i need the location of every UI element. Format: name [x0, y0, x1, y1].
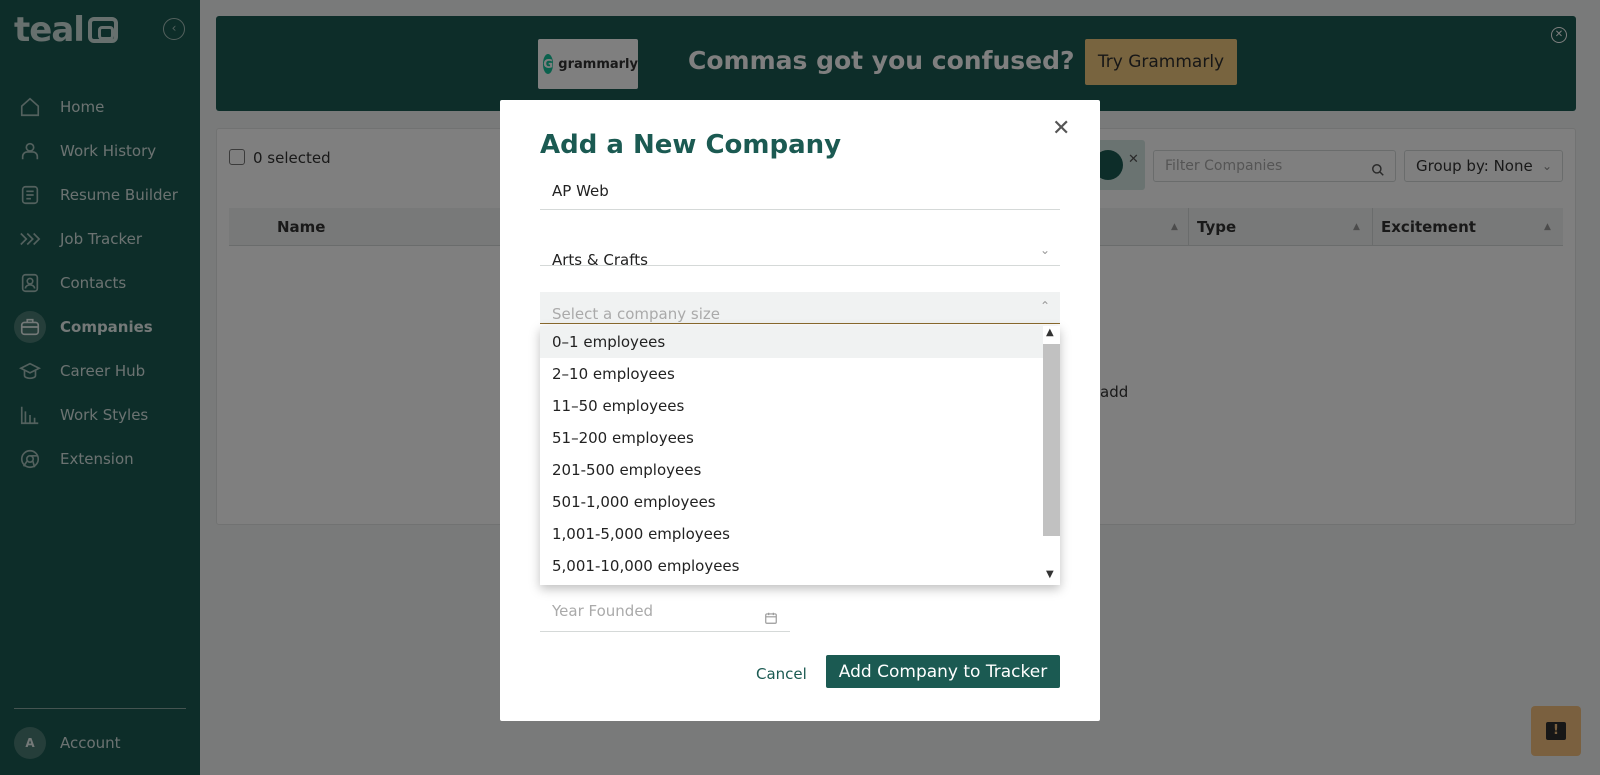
chevron-up-icon: ⌃ [1039, 299, 1050, 313]
company-name-field[interactable]: AP Web [540, 178, 1060, 210]
list-item[interactable]: 0–1 employees [540, 326, 1043, 358]
company-size-select[interactable]: Select a company size ⌃ [540, 292, 1060, 324]
list-item[interactable]: 5,001-10,000 employees [540, 550, 1043, 582]
industry-select[interactable]: Arts & Crafts ⌄ [540, 234, 1060, 266]
add-company-button[interactable]: Add Company to Tracker [826, 655, 1060, 688]
calendar-icon[interactable] [764, 601, 778, 639]
dropdown-scrollbar[interactable]: ▲ ▼ [1043, 326, 1060, 585]
modal-title: Add a New Company [540, 130, 842, 160]
list-item[interactable]: 501-1,000 employees [540, 486, 1043, 518]
chevron-down-icon: ⌄ [1039, 243, 1050, 257]
close-icon[interactable]: ✕ [1052, 116, 1070, 141]
list-item[interactable]: 1,001-5,000 employees [540, 518, 1043, 550]
list-item[interactable]: 2–10 employees [540, 358, 1043, 390]
cancel-button[interactable]: Cancel [756, 665, 807, 683]
scroll-up-icon[interactable]: ▲ [1046, 327, 1054, 338]
list-item[interactable]: 51–200 employees [540, 422, 1043, 454]
year-founded-field[interactable]: Year Founded [540, 592, 790, 632]
list-item[interactable]: 201-500 employees [540, 454, 1043, 486]
scrollbar-thumb[interactable] [1043, 344, 1060, 536]
list-item[interactable]: 11–50 employees [540, 390, 1043, 422]
scroll-down-icon[interactable]: ▼ [1046, 569, 1054, 580]
company-size-dropdown: 0–1 employees 2–10 employees 11–50 emplo… [540, 326, 1060, 585]
